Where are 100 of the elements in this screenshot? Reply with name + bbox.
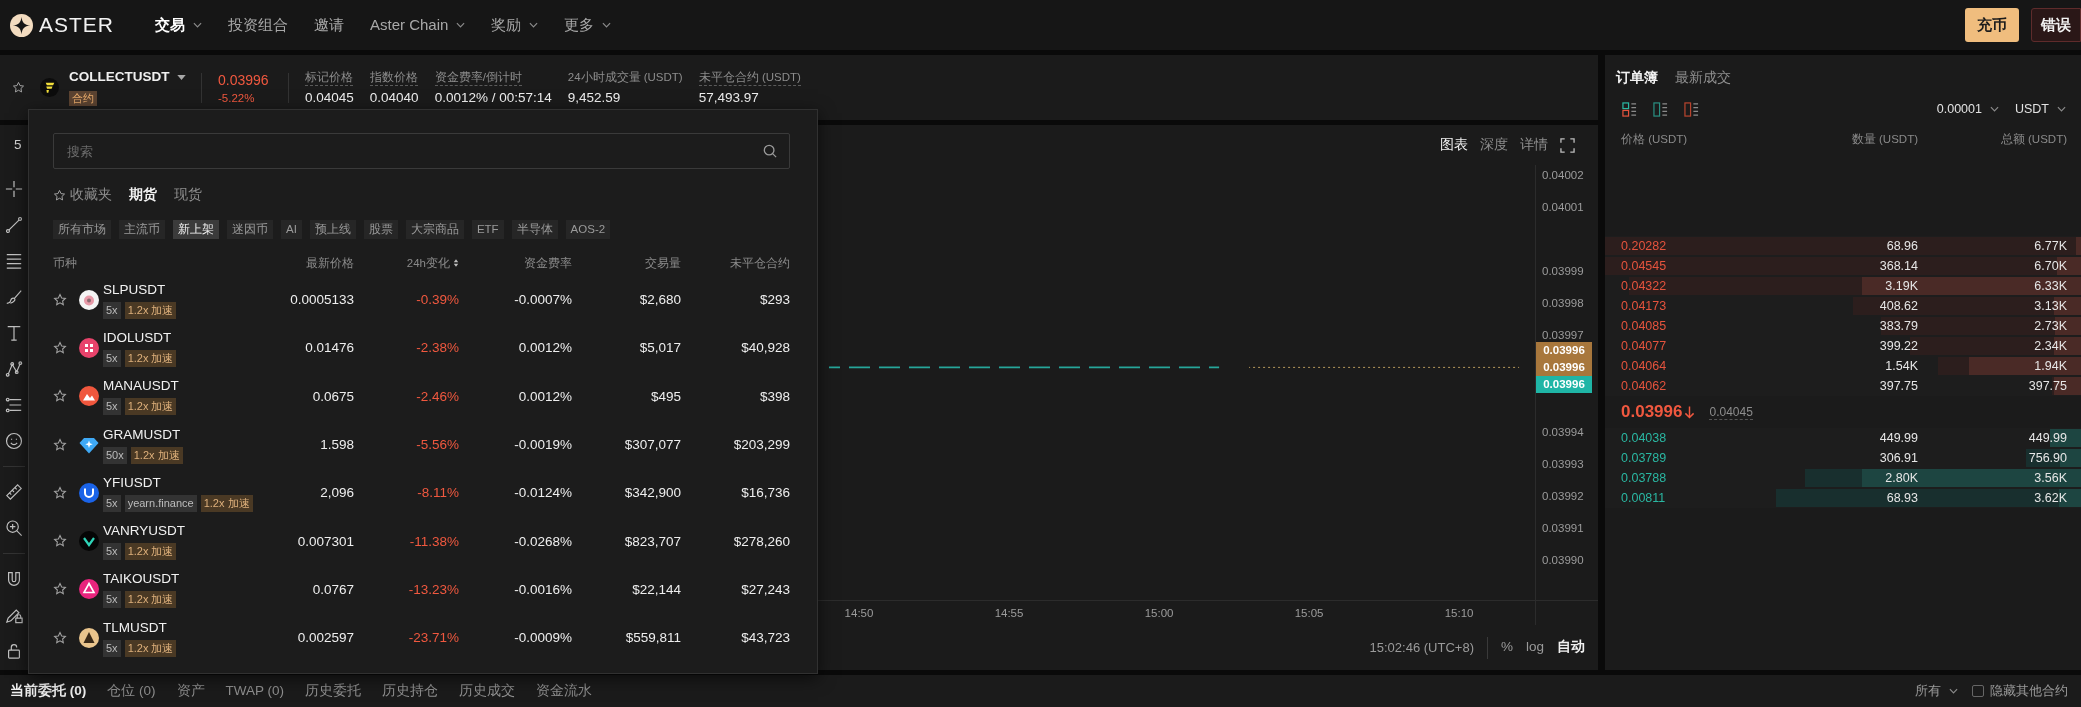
nav-menu-item[interactable]: Aster Chain bbox=[357, 0, 479, 50]
order-book-tab[interactable]: 最新成交 bbox=[1675, 67, 1731, 87]
category-chip[interactable]: AOS-2 bbox=[565, 220, 611, 239]
category-chip[interactable]: 所有市场 bbox=[53, 220, 111, 239]
category-chip[interactable]: 新上架 bbox=[173, 220, 219, 239]
star-icon[interactable] bbox=[53, 437, 67, 452]
category-chip[interactable]: 大宗商品 bbox=[405, 220, 464, 239]
column-header[interactable]: 24h变化 bbox=[406, 255, 450, 271]
lock-icon[interactable] bbox=[5, 642, 23, 660]
nav-menu-item[interactable]: 投资组合 bbox=[215, 0, 301, 50]
star-icon[interactable] bbox=[53, 582, 67, 597]
orders-tab[interactable]: 历史成交 bbox=[459, 682, 515, 700]
chart-view-tab[interactable]: 深度 bbox=[1480, 136, 1508, 154]
bids-layout-icon[interactable] bbox=[1653, 101, 1668, 117]
symbol-name[interactable]: GRAMUSDT bbox=[103, 425, 183, 444]
ruler-icon[interactable] bbox=[5, 483, 23, 501]
pencil-lock-icon[interactable] bbox=[5, 606, 23, 624]
symbol-name[interactable]: TLMUSDT bbox=[103, 618, 177, 637]
symbol-name[interactable]: YFIUSDT bbox=[103, 473, 253, 492]
category-chip[interactable]: 预上线 bbox=[309, 220, 356, 239]
star-icon[interactable] bbox=[53, 534, 67, 549]
unit-select[interactable]: USDT bbox=[2014, 101, 2066, 117]
scale-option[interactable]: 自动 bbox=[1557, 639, 1585, 656]
volume-value: $22,144 bbox=[631, 581, 681, 597]
orders-tab[interactable]: 仓位 (0) bbox=[107, 682, 156, 700]
y-axis-label: 0.03998 bbox=[1542, 297, 1584, 310]
symbol-name[interactable]: IDOLUSDT bbox=[103, 328, 177, 347]
nav-menu-item[interactable]: 奖励 bbox=[478, 0, 552, 50]
pattern-icon[interactable] bbox=[5, 360, 23, 378]
symbol-name[interactable]: TAIKOUSDT bbox=[103, 570, 180, 589]
brush-icon[interactable] bbox=[5, 288, 23, 306]
category-chip[interactable]: 迷因币 bbox=[227, 220, 273, 239]
nav-menu-item[interactable]: 更多 bbox=[551, 0, 625, 50]
both-sides-layout-icon[interactable] bbox=[1622, 101, 1637, 117]
orders-tab[interactable]: 资金流水 bbox=[536, 682, 592, 700]
order-total: 3.62K bbox=[2034, 491, 2067, 505]
deposit-button[interactable]: 充币 bbox=[1965, 8, 2019, 42]
zoom-in-icon[interactable] bbox=[5, 519, 23, 537]
scale-option[interactable]: log bbox=[1526, 639, 1544, 656]
ask-price: 0.04322 bbox=[1621, 279, 1667, 293]
market-tab[interactable]: 现货 bbox=[174, 186, 202, 204]
crosshair-icon[interactable] bbox=[5, 180, 23, 198]
fullscreen-icon[interactable] bbox=[1560, 137, 1575, 153]
orders-tab[interactable]: TWAP (0) bbox=[225, 682, 284, 700]
horizontal-lines-icon[interactable] bbox=[5, 252, 23, 270]
order-book-row[interactable]: 0.20282 68.96 6.77K bbox=[1605, 236, 2081, 256]
symbol-name[interactable]: VANRYUSDT bbox=[103, 522, 185, 541]
order-book-row[interactable]: 0.04545 368.14 6.70K bbox=[1605, 256, 2081, 276]
scale-option[interactable]: % bbox=[1500, 639, 1513, 656]
star-icon[interactable] bbox=[53, 389, 67, 404]
category-chip[interactable]: 半导体 bbox=[511, 220, 558, 239]
filter-select[interactable]: 所有 bbox=[1915, 683, 1958, 699]
stat-label: 未平仓合约 (USDT) bbox=[698, 70, 801, 86]
orders-tab[interactable]: 历史委托 bbox=[305, 682, 361, 700]
star-icon[interactable] bbox=[12, 81, 25, 94]
smiley-icon[interactable] bbox=[5, 432, 23, 450]
order-total: 2.73K bbox=[2034, 319, 2067, 333]
star-icon[interactable] bbox=[53, 485, 67, 500]
change-value: -8.11% bbox=[416, 485, 459, 501]
market-tab[interactable]: 收藏夹 bbox=[53, 186, 112, 204]
asks-layout-icon[interactable] bbox=[1684, 101, 1699, 117]
star-icon[interactable] bbox=[53, 630, 67, 645]
order-total: 3.56K bbox=[2034, 471, 2067, 485]
volume-value: $495 bbox=[649, 388, 681, 404]
change-value: -13.23% bbox=[407, 581, 459, 597]
checkbox-label[interactable]: 隐藏其他合约 bbox=[1990, 682, 2068, 700]
ruled-lines-icon[interactable] bbox=[5, 396, 23, 414]
text-tool-icon[interactable] bbox=[5, 324, 23, 342]
orders-tab[interactable]: 资产 bbox=[176, 682, 205, 700]
boost-tag: 1.2x 加速 bbox=[124, 398, 177, 416]
category-chip[interactable]: ETF bbox=[471, 220, 504, 239]
star-icon[interactable] bbox=[53, 292, 67, 307]
magnet-icon[interactable] bbox=[5, 570, 23, 588]
nav-menu-item[interactable]: 交易 bbox=[142, 0, 215, 50]
order-total: 6.77K bbox=[2034, 239, 2067, 253]
category-chip[interactable]: 主流币 bbox=[119, 220, 165, 239]
trend-line-icon[interactable] bbox=[5, 216, 23, 234]
order-amount: 399.22 bbox=[1879, 339, 1918, 353]
chart-view-tab[interactable]: 图表 bbox=[1440, 136, 1468, 154]
category-chip[interactable]: 股票 bbox=[363, 220, 398, 239]
open-interest-value: $203,299 bbox=[732, 437, 790, 453]
star-icon[interactable] bbox=[53, 340, 67, 355]
change-value: -0.39% bbox=[415, 292, 459, 308]
nav-menu-item[interactable]: 邀请 bbox=[301, 0, 357, 50]
sort-icon[interactable] bbox=[453, 259, 459, 267]
orders-tab[interactable]: 历史持仓 bbox=[382, 682, 438, 700]
symbol-name[interactable]: SLPUSDT bbox=[103, 280, 177, 299]
symbol-selector[interactable]: COLLECTUSDT bbox=[69, 69, 186, 86]
category-chip[interactable]: AI bbox=[281, 220, 302, 239]
chart-view-tab[interactable]: 详情 bbox=[1520, 136, 1548, 154]
error-button[interactable]: 错误 bbox=[2031, 8, 2081, 42]
market-tab[interactable]: 期货 bbox=[129, 186, 157, 204]
orders-tab[interactable]: 当前委托 (0) bbox=[10, 682, 87, 700]
checkbox[interactable] bbox=[1972, 685, 1984, 697]
stat-value: 9,452.59 bbox=[567, 90, 621, 105]
order-book-tab[interactable]: 订单簿 bbox=[1616, 67, 1658, 87]
interval-button[interactable]: 5 bbox=[14, 136, 22, 154]
symbol-name[interactable]: MANAUSDT bbox=[103, 377, 179, 396]
search-field[interactable]: 搜索 bbox=[53, 133, 790, 169]
precision-select[interactable]: 0.00001 bbox=[1936, 101, 1999, 117]
